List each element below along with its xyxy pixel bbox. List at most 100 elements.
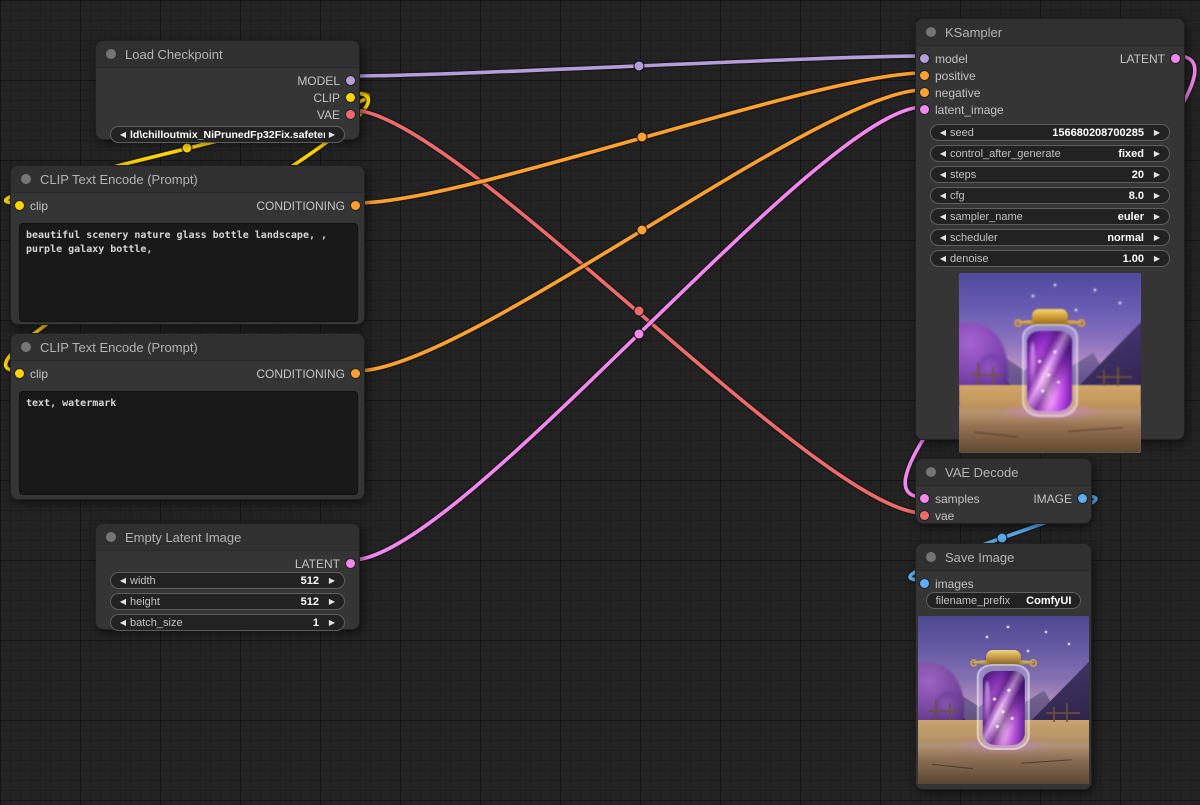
positive-input-port[interactable]: [920, 71, 929, 80]
output-label: LATENT: [1120, 52, 1165, 66]
clip-text-encode-negative-node[interactable]: CLIP Text Encode (Prompt) clip CONDITION…: [10, 333, 365, 500]
next-option-arrow-icon[interactable]: ▶: [1150, 213, 1164, 221]
next-option-arrow-icon[interactable]: ▶: [1150, 234, 1164, 242]
prev-option-arrow-icon[interactable]: ◀: [936, 213, 950, 221]
widget-value: ComfyUI: [1026, 595, 1071, 607]
seed-widget[interactable]: ◀ seed 156680208700285 ▶: [930, 124, 1170, 141]
decrement-arrow-icon[interactable]: ◀: [116, 619, 130, 627]
widget-label: control_after_generate: [950, 148, 1061, 160]
steps-widget[interactable]: ◀ steps 20 ▶: [930, 166, 1170, 183]
node-title-bar[interactable]: Load Checkpoint: [96, 41, 359, 68]
vae-input-port[interactable]: [920, 511, 929, 520]
output-label: IMAGE: [1033, 492, 1072, 506]
widget-label: scheduler: [950, 232, 998, 244]
node-graph-canvas[interactable]: Load Checkpoint MODEL CLIP VAE: [0, 0, 1200, 805]
bottle-cap: [986, 650, 1020, 663]
latent-output-port[interactable]: [346, 559, 355, 568]
clip-input-port[interactable]: [15, 201, 24, 210]
output-label: CONDITIONING: [256, 199, 345, 213]
image-output-port[interactable]: [1078, 494, 1087, 503]
samples-input-port[interactable]: [920, 494, 929, 503]
conditioning-output-port[interactable]: [351, 369, 360, 378]
decrement-arrow-icon[interactable]: ◀: [116, 577, 130, 585]
scheduler-widget[interactable]: ◀ scheduler normal ▶: [930, 229, 1170, 246]
collapse-dot-icon[interactable]: [926, 27, 936, 37]
cfg-widget[interactable]: ◀ cfg 8.0 ▶: [930, 187, 1170, 204]
filename-prefix-widget[interactable]: filename_prefix ComfyUI: [926, 592, 1081, 609]
increment-arrow-icon[interactable]: ▶: [1150, 171, 1164, 179]
widget-value: 156680208700285: [1046, 127, 1150, 139]
vae-decode-node[interactable]: VAE Decode samples IMAGE vae: [915, 458, 1092, 524]
increment-arrow-icon[interactable]: ▶: [325, 598, 339, 606]
ckpt-name-combo-widget[interactable]: ◀ ld\chilloutmix_NiPrunedFp32Fix.safeten…: [110, 126, 345, 143]
widget-value: euler: [1112, 211, 1150, 223]
load-checkpoint-node[interactable]: Load Checkpoint MODEL CLIP VAE: [95, 40, 360, 140]
collapse-dot-icon[interactable]: [21, 174, 31, 184]
save-image-node[interactable]: Save Image images filename_prefix ComfyU…: [915, 543, 1092, 790]
increment-arrow-icon[interactable]: ▶: [325, 577, 339, 585]
widget-label: denoise: [950, 253, 989, 265]
negative-input-port[interactable]: [920, 88, 929, 97]
increment-arrow-icon[interactable]: ▶: [1150, 129, 1164, 137]
next-option-arrow-icon[interactable]: ▶: [325, 131, 339, 139]
widget-label: filename_prefix: [936, 595, 1011, 607]
decrement-arrow-icon[interactable]: ◀: [936, 171, 950, 179]
height-widget[interactable]: ◀ height 512 ▶: [110, 593, 345, 610]
collapse-dot-icon[interactable]: [21, 342, 31, 352]
prev-option-arrow-icon[interactable]: ◀: [936, 150, 950, 158]
collapse-dot-icon[interactable]: [106, 532, 116, 542]
decrement-arrow-icon[interactable]: ◀: [116, 598, 130, 606]
port-row: clip CONDITIONING: [11, 365, 364, 382]
output-row: VAE: [96, 106, 359, 123]
widget-label: cfg: [950, 190, 965, 202]
denoise-widget[interactable]: ◀ denoise 1.00 ▶: [930, 250, 1170, 267]
collapse-dot-icon[interactable]: [926, 552, 936, 562]
next-option-arrow-icon[interactable]: ▶: [1150, 150, 1164, 158]
node-title: VAE Decode: [945, 465, 1018, 480]
prev-option-arrow-icon[interactable]: ◀: [116, 131, 130, 139]
width-widget[interactable]: ◀ width 512 ▶: [110, 572, 345, 589]
decrement-arrow-icon[interactable]: ◀: [936, 192, 950, 200]
sampler-name-widget[interactable]: ◀ sampler_name euler ▶: [930, 208, 1170, 225]
positive-prompt-textarea[interactable]: beautiful scenery nature glass bottle la…: [19, 223, 358, 322]
model-input-port[interactable]: [920, 54, 929, 63]
output-label: CONDITIONING: [256, 367, 345, 381]
prev-option-arrow-icon[interactable]: ◀: [936, 234, 950, 242]
wire-model-to-ksampler: [352, 56, 923, 76]
collapse-dot-icon[interactable]: [926, 467, 936, 477]
control-after-generate-widget[interactable]: ◀ control_after_generate fixed ▶: [930, 145, 1170, 162]
increment-arrow-icon[interactable]: ▶: [1150, 255, 1164, 263]
conditioning-output-port[interactable]: [351, 201, 360, 210]
collapse-dot-icon[interactable]: [106, 49, 116, 59]
vae-output-port[interactable]: [346, 110, 355, 119]
node-title: CLIP Text Encode (Prompt): [40, 172, 198, 187]
widget-label: sampler_name: [950, 211, 1023, 223]
empty-latent-image-node[interactable]: Empty Latent Image LATENT ◀ width 512 ▶ …: [95, 523, 360, 630]
node-title-bar[interactable]: KSampler: [916, 19, 1184, 46]
negative-prompt-textarea[interactable]: text, watermark: [19, 391, 358, 495]
model-output-port[interactable]: [346, 76, 355, 85]
ksampler-latent-preview-image: [959, 273, 1141, 453]
clip-text-encode-positive-node[interactable]: CLIP Text Encode (Prompt) clip CONDITION…: [10, 165, 365, 325]
batch-size-widget[interactable]: ◀ batch_size 1 ▶: [110, 614, 345, 631]
increment-arrow-icon[interactable]: ▶: [325, 619, 339, 627]
clip-output-port[interactable]: [346, 93, 355, 102]
latent-output-port[interactable]: [1171, 54, 1180, 63]
input-label: model: [935, 52, 968, 66]
clip-input-port[interactable]: [15, 369, 24, 378]
node-title: Load Checkpoint: [125, 47, 223, 62]
node-title-bar[interactable]: CLIP Text Encode (Prompt): [11, 334, 364, 361]
images-input-port[interactable]: [920, 579, 929, 588]
node-title-bar[interactable]: VAE Decode: [916, 459, 1091, 486]
latent-image-input-port[interactable]: [920, 105, 929, 114]
node-title-bar[interactable]: CLIP Text Encode (Prompt): [11, 166, 364, 193]
decrement-arrow-icon[interactable]: ◀: [936, 255, 950, 263]
widget-label: batch_size: [130, 617, 183, 629]
node-title: KSampler: [945, 25, 1002, 40]
ksampler-node[interactable]: KSampler model LATENT positive: [915, 18, 1185, 440]
decrement-arrow-icon[interactable]: ◀: [936, 129, 950, 137]
node-title-bar[interactable]: Save Image: [916, 544, 1091, 571]
output-row: LATENT: [96, 555, 359, 572]
increment-arrow-icon[interactable]: ▶: [1150, 192, 1164, 200]
node-title-bar[interactable]: Empty Latent Image: [96, 524, 359, 551]
